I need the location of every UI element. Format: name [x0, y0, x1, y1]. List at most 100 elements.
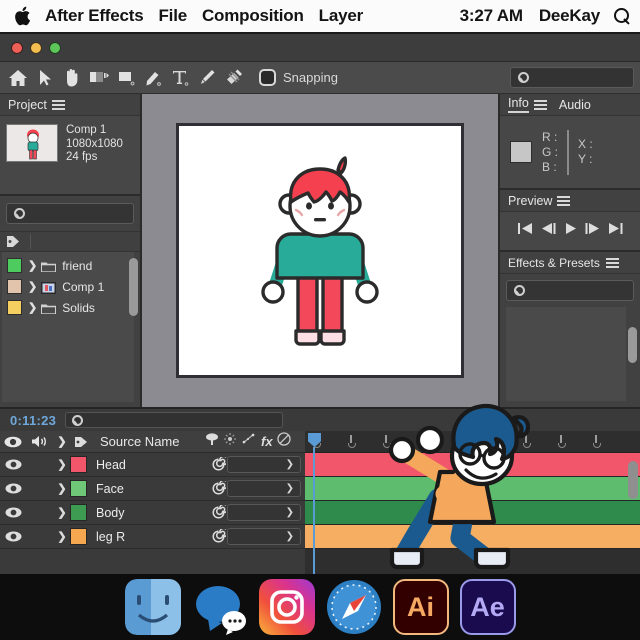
tab-audio[interactable]: Audio	[559, 98, 591, 112]
hamburger-icon[interactable]	[557, 194, 571, 208]
maximize-button[interactable]	[49, 41, 61, 54]
parent-pick-whip-icon[interactable]	[209, 529, 227, 544]
parent-pick-whip-icon[interactable]	[209, 481, 227, 496]
parent-pick-whip-icon[interactable]	[209, 457, 227, 472]
layer-label-swatch[interactable]	[70, 480, 87, 497]
apple-logo-icon[interactable]	[14, 6, 31, 26]
layer-visibility-toggle[interactable]	[0, 531, 26, 542]
layer-label-swatch[interactable]	[70, 504, 87, 521]
effects-panel-title[interactable]: Effects & Presets	[508, 256, 600, 270]
effects-scrollbar[interactable]	[628, 327, 637, 363]
table-row[interactable]: ❯ Face ❯	[0, 477, 305, 501]
column-header-source-name[interactable]: Source Name	[100, 434, 179, 449]
menu-item-file[interactable]: File	[158, 6, 187, 26]
list-item[interactable]: ❯ Solids	[2, 297, 134, 318]
chevron-right-icon[interactable]: ❯	[28, 280, 37, 293]
quality-icon[interactable]	[223, 432, 237, 451]
timeline-ruler[interactable]	[305, 431, 640, 453]
list-item[interactable]: ❯ Comp 1	[2, 276, 134, 297]
label-swatch[interactable]	[7, 258, 22, 273]
chevron-right-icon[interactable]: ❯	[54, 458, 70, 471]
after-effects-icon[interactable]: Ae	[459, 579, 516, 635]
safari-icon[interactable]	[326, 579, 382, 635]
minimize-button[interactable]	[30, 41, 42, 54]
illustrator-icon[interactable]: Ai	[392, 579, 449, 635]
play-button[interactable]	[563, 221, 578, 241]
shape-icon[interactable]	[114, 66, 138, 90]
label-swatch[interactable]	[7, 300, 22, 315]
layer-label-swatch[interactable]	[70, 528, 87, 545]
composition-viewer[interactable]	[142, 94, 498, 407]
layer-name[interactable]: leg R	[87, 530, 209, 544]
finder-icon[interactable]	[124, 579, 181, 635]
snapping-checkbox[interactable]	[259, 69, 276, 86]
selection-arrow-icon[interactable]	[33, 66, 57, 90]
timeline-scrollbar[interactable]	[628, 461, 638, 499]
parent-dropdown[interactable]: ❯	[227, 480, 301, 497]
parent-dropdown[interactable]: ❯	[227, 528, 301, 545]
tag-icon[interactable]	[70, 436, 92, 448]
text-icon[interactable]	[168, 66, 192, 90]
project-panel-title[interactable]: Project	[8, 98, 47, 112]
chevron-right-icon[interactable]: ❯	[54, 435, 70, 448]
chevron-right-icon[interactable]: ❯	[54, 482, 70, 495]
adjustment-icon[interactable]	[276, 432, 291, 451]
project-search-input[interactable]	[6, 203, 134, 224]
hamburger-icon[interactable]	[533, 98, 547, 112]
instagram-icon[interactable]	[258, 579, 315, 635]
first-frame-button[interactable]	[517, 221, 534, 241]
effects-search-input[interactable]	[506, 280, 634, 301]
parent-dropdown[interactable]: ❯	[227, 456, 301, 473]
list-item[interactable]: ❯ friend	[2, 255, 134, 276]
chevron-right-icon[interactable]: ❯	[54, 506, 70, 519]
home-icon[interactable]	[6, 66, 30, 90]
table-row[interactable]: ❯ leg R ❯	[0, 525, 305, 549]
table-row[interactable]: ❯ Body ❯	[0, 501, 305, 525]
menu-bar-username[interactable]: DeeKay	[539, 6, 600, 26]
effects-icon[interactable]	[241, 432, 257, 451]
timeline-search-input[interactable]	[65, 412, 284, 428]
audio-speaker-icon[interactable]	[26, 435, 54, 448]
chevron-right-icon[interactable]: ❯	[54, 530, 70, 543]
tab-info[interactable]: Info	[508, 96, 529, 113]
preview-panel-title[interactable]: Preview	[508, 194, 552, 208]
hamburger-icon[interactable]	[605, 256, 619, 270]
pen-icon[interactable]	[141, 66, 165, 90]
toolbar-search-input[interactable]	[510, 67, 634, 88]
chevron-right-icon[interactable]: ❯	[28, 259, 37, 272]
layer-label-swatch[interactable]	[70, 456, 87, 473]
layer-visibility-toggle[interactable]	[0, 459, 26, 470]
layer-visibility-toggle[interactable]	[0, 507, 26, 518]
effects-list[interactable]	[506, 307, 637, 401]
menu-item-after-effects[interactable]: After Effects	[45, 6, 144, 26]
visibility-eye-icon[interactable]	[0, 436, 26, 448]
parent-dropdown[interactable]: ❯	[227, 504, 301, 521]
label-swatch[interactable]	[7, 279, 22, 294]
next-frame-button[interactable]	[584, 221, 601, 241]
rotation-icon[interactable]	[87, 66, 111, 90]
layer-bar[interactable]	[305, 477, 640, 501]
previous-frame-button[interactable]	[540, 221, 557, 241]
layer-bar[interactable]	[305, 525, 640, 549]
layer-visibility-toggle[interactable]	[0, 483, 26, 494]
project-comp-preview[interactable]: Comp 1 1080x1080 24 fps	[0, 116, 140, 196]
search-icon[interactable]	[614, 8, 630, 24]
layer-name[interactable]: Body	[87, 506, 209, 520]
hamburger-icon[interactable]	[51, 98, 65, 112]
layer-bar[interactable]	[305, 501, 640, 525]
hand-icon[interactable]	[60, 66, 84, 90]
project-scrollbar[interactable]	[129, 258, 138, 316]
menu-item-layer[interactable]: Layer	[319, 6, 364, 26]
clone-stamp-icon[interactable]	[222, 66, 246, 90]
layer-name[interactable]: Head	[87, 458, 209, 472]
fx-icon[interactable]: fx	[261, 433, 273, 451]
layer-bar[interactable]	[305, 453, 640, 477]
layer-name[interactable]: Face	[87, 482, 209, 496]
chevron-right-icon[interactable]: ❯	[28, 301, 37, 314]
parent-pick-whip-icon[interactable]	[209, 505, 227, 520]
timeline-track-area[interactable]	[305, 431, 640, 574]
menu-item-composition[interactable]: Composition	[202, 6, 304, 26]
brush-icon[interactable]	[195, 66, 219, 90]
table-row[interactable]: ❯ Head ❯	[0, 453, 305, 477]
last-frame-button[interactable]	[607, 221, 624, 241]
